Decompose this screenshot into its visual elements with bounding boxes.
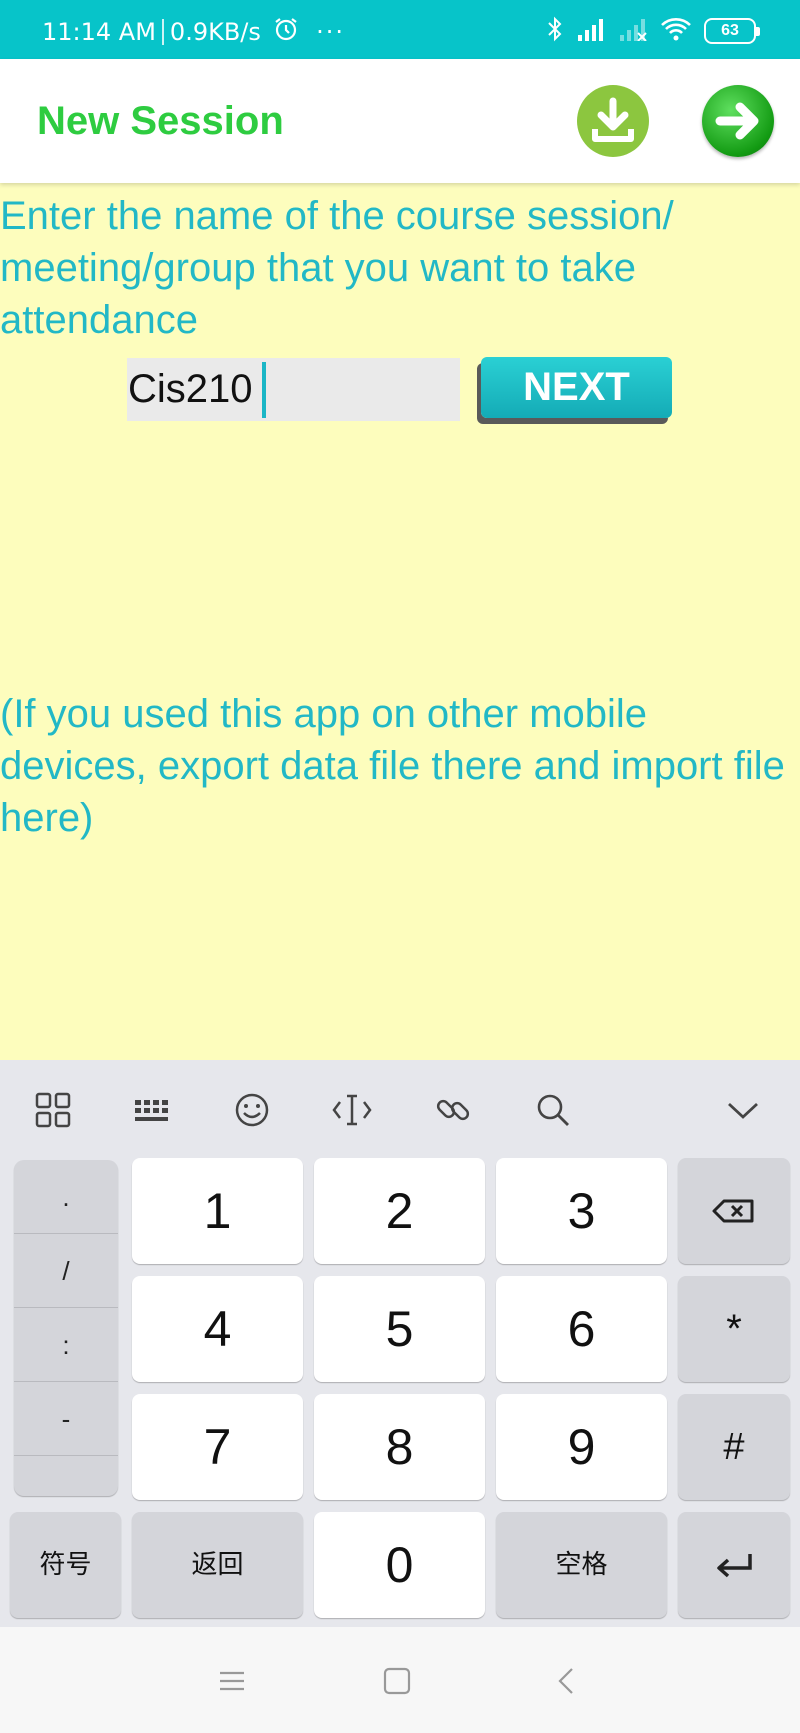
menu-icon[interactable] <box>214 1663 250 1699</box>
space-key[interactable]: 空格 <box>496 1512 667 1618</box>
enter-key[interactable] <box>678 1512 790 1618</box>
keyboard-icon[interactable] <box>132 1090 172 1130</box>
emoji-icon[interactable] <box>232 1090 272 1130</box>
key-6[interactable]: 6 <box>496 1276 667 1382</box>
page-title: New Session <box>37 99 284 143</box>
text-cursor <box>262 362 266 418</box>
battery-icon: 63 <box>704 18 760 44</box>
key-9[interactable]: 9 <box>496 1394 667 1500</box>
key-4[interactable]: 4 <box>132 1276 303 1382</box>
key-star[interactable]: * <box>678 1276 790 1382</box>
alarm-icon <box>273 16 299 48</box>
key-slash[interactable]: / <box>14 1234 118 1308</box>
apps-grid-icon[interactable] <box>33 1090 73 1130</box>
app-bar: New Session <box>0 59 800 183</box>
session-name-input[interactable] <box>127 358 460 421</box>
back-key[interactable]: 返回 <box>132 1512 303 1618</box>
key-period[interactable]: . <box>14 1160 118 1234</box>
key-2[interactable]: 2 <box>314 1158 485 1264</box>
search-icon[interactable] <box>533 1090 573 1130</box>
home-icon[interactable] <box>379 1663 415 1699</box>
enter-icon <box>717 1554 752 1578</box>
backspace-key[interactable] <box>678 1158 790 1264</box>
key-1[interactable]: 1 <box>132 1158 303 1264</box>
link-icon[interactable] <box>433 1090 473 1130</box>
backspace-icon <box>712 1199 754 1223</box>
chevron-down-icon[interactable] <box>723 1090 763 1130</box>
arrow-right-icon <box>715 102 759 140</box>
cursor-icon[interactable] <box>332 1090 372 1130</box>
import-hint: (If you used this app on other mobile de… <box>0 692 785 840</box>
key-5[interactable]: 5 <box>314 1276 485 1382</box>
status-time: 11:14 AM <box>42 18 156 46</box>
key-0[interactable]: 0 <box>314 1512 485 1618</box>
bluetooth-icon <box>546 16 564 47</box>
status-left: 11:14 AM 0.9KB/s ··· <box>42 16 345 48</box>
status-speed: 0.9KB/s <box>169 18 261 46</box>
signal-icon <box>576 17 606 46</box>
symbols-key[interactable]: 符号 <box>10 1512 121 1618</box>
key-3[interactable]: 3 <box>496 1158 667 1264</box>
signal-no-service-icon <box>618 17 648 46</box>
keyboard-toolbar <box>0 1060 800 1156</box>
status-more: ··· <box>316 18 346 46</box>
numeric-keyboard: . / : - 1 2 3 4 5 6 * 7 8 9 # 符号 返回 0 空格 <box>0 1060 800 1627</box>
key-8[interactable]: 8 <box>314 1394 485 1500</box>
next-arrow-button[interactable] <box>702 85 774 157</box>
download-icon <box>592 97 634 142</box>
next-button[interactable]: NEXT <box>481 357 672 418</box>
status-bar: 11:14 AM 0.9KB/s ··· 63 <box>0 0 800 59</box>
battery-level: 63 <box>721 22 739 39</box>
status-separator <box>161 19 164 45</box>
key-7[interactable]: 7 <box>132 1394 303 1500</box>
key-dash[interactable]: - <box>14 1382 118 1456</box>
side-symbol-column: . / : - <box>14 1160 118 1496</box>
key-hash[interactable]: # <box>678 1394 790 1500</box>
back-icon[interactable] <box>548 1663 584 1699</box>
system-nav-bar <box>0 1627 800 1733</box>
key-colon[interactable]: : <box>14 1308 118 1382</box>
status-right: 63 <box>546 16 760 47</box>
import-button[interactable] <box>577 85 649 157</box>
session-prompt: Enter the name of the course session/ me… <box>0 194 674 342</box>
wifi-icon <box>660 17 692 46</box>
